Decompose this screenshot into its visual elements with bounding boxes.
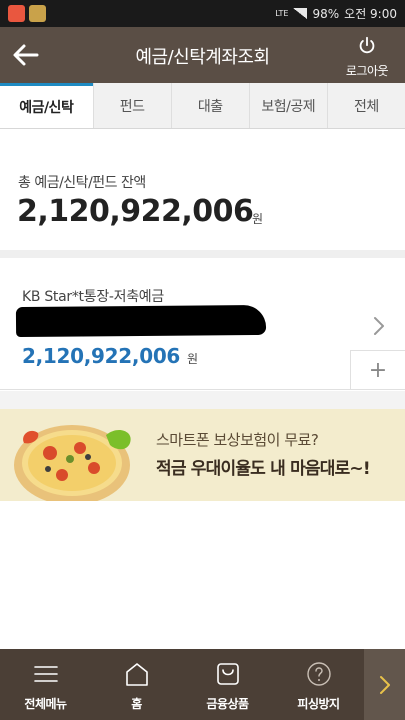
banner-headline: 스마트폰 보상보험이 무료? [156, 431, 319, 449]
help-circle-icon [306, 662, 331, 686]
nav-financial-products[interactable]: 금융상품 [182, 649, 273, 720]
nav-more-button[interactable] [364, 649, 405, 720]
currency-unit: 원 [252, 212, 264, 226]
account-card[interactable]: KB Star*t통장-저축예금 2,120,922,006 원 + [0, 258, 405, 390]
notification-app-icon [29, 5, 46, 22]
status-bar: LTE 98% 오전 9:00 [0, 0, 405, 27]
power-icon [359, 36, 375, 54]
chevron-right-icon [379, 675, 390, 694]
app-header: 예금/신탁계좌조회 로그아웃 [0, 27, 405, 83]
nav-home[interactable]: 홈 [91, 649, 182, 720]
shopping-bag-icon [216, 663, 239, 685]
nav-label: 홈 [131, 697, 142, 711]
banner-subheadline: 적금 우대이율도 내 마음대로~! [156, 459, 371, 479]
network-type: LTE [275, 8, 289, 18]
account-detail-button[interactable] [371, 314, 387, 338]
tab-deposit-trust[interactable]: 예금/신탁 [0, 83, 93, 128]
bottom-navigation: 전체메뉴 홈 금융상품 피싱방지 [0, 649, 405, 720]
nav-label: 금융상품 [206, 697, 249, 711]
tab-loan[interactable]: 대출 [170, 83, 249, 128]
nav-label: 피싱방지 [297, 697, 340, 711]
redacted-account-number [15, 304, 267, 338]
nav-label: 전체메뉴 [24, 697, 67, 711]
battery-level: 98% [312, 6, 340, 21]
total-balance-section: 총 예금/신탁/펀드 잔액 2,120,922,006 원 [0, 130, 405, 248]
expand-account-button[interactable]: + [350, 350, 405, 390]
promo-banner[interactable]: 스마트폰 보상보험이 무료? 적금 우대이율도 내 마음대로~! [0, 409, 405, 501]
menu-icon [33, 666, 58, 682]
chevron-right-icon [374, 317, 384, 335]
section-divider [0, 250, 405, 258]
tab-all[interactable]: 전체 [326, 83, 405, 128]
total-balance-label: 총 예금/신탁/펀드 잔액 [18, 175, 146, 191]
logout-button[interactable]: 로그아웃 [339, 35, 395, 79]
pizza-illustration [14, 425, 131, 501]
clock: 오전 9:00 [344, 7, 397, 21]
app-screen: LTE 98% 오전 9:00 예금/신탁계좌조회 로그아웃 예금/신탁 펀드 … [0, 0, 405, 720]
nav-all-menu[interactable]: 전체메뉴 [0, 649, 91, 720]
logout-label: 로그아웃 [345, 64, 389, 78]
nav-phishing-prevention[interactable]: 피싱방지 [273, 649, 364, 720]
tab-fund[interactable]: 펀드 [92, 83, 171, 128]
notification-app-icon [8, 5, 25, 22]
home-icon [125, 663, 148, 686]
empty-area [0, 501, 405, 649]
account-balance: 2,120,922,006 [22, 344, 181, 368]
currency-unit: 원 [187, 352, 199, 366]
section-gap [0, 391, 405, 409]
notification-icons [8, 5, 46, 22]
signal-icon [293, 8, 308, 19]
total-balance-amount: 2,120,922,006 [17, 194, 254, 229]
product-tabs: 예금/신탁 펀드 대출 보험/공제 전체 [0, 83, 405, 129]
tab-insurance[interactable]: 보험/공제 [248, 83, 327, 128]
system-indicators: LTE 98% 오전 9:00 [275, 0, 397, 27]
account-name: KB Star*t통장-저축예금 [22, 289, 164, 305]
